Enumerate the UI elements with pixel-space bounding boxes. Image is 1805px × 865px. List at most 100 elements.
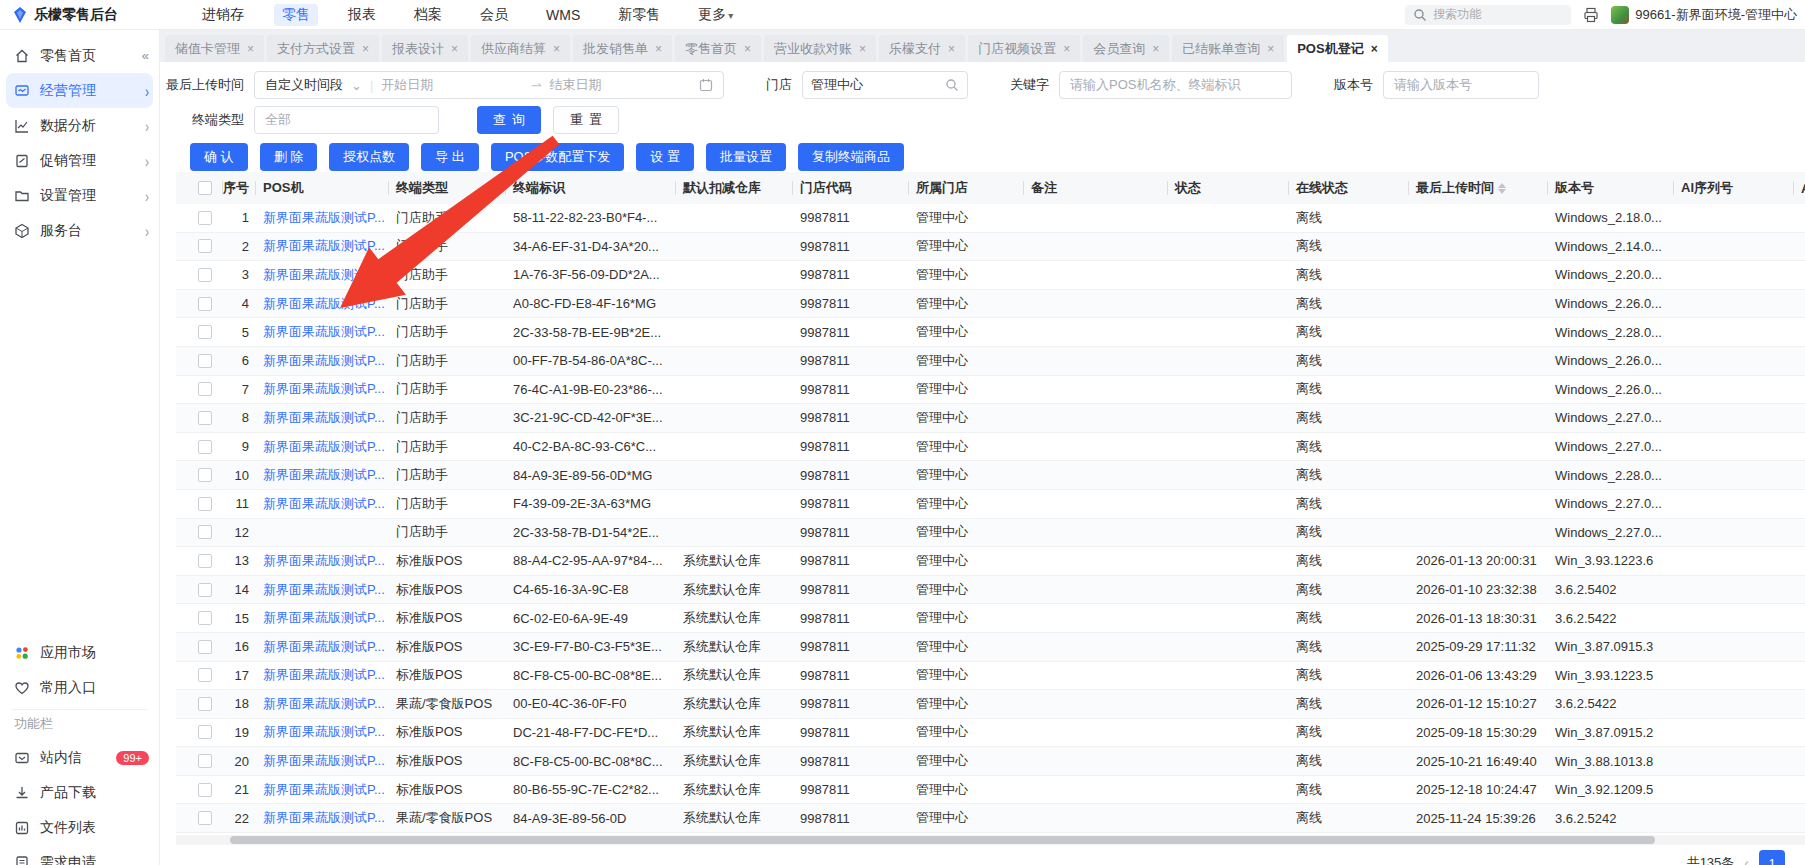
action-button-5[interactable]: POS参数配置下发 — [491, 143, 624, 171]
tab-6[interactable]: 零售首页× — [675, 35, 761, 62]
top-menu-6[interactable]: WMS — [538, 5, 588, 25]
sidebar-tool-item-4[interactable]: 需求申请 — [0, 845, 159, 865]
top-menu-1[interactable]: 进销存 — [194, 4, 252, 26]
tab-12[interactable]: POS机登记× — [1287, 35, 1387, 62]
close-icon[interactable]: × — [1152, 42, 1159, 56]
top-menu-5[interactable]: 会员 — [472, 4, 516, 26]
tab-2[interactable]: 支付方式设置× — [267, 35, 379, 62]
action-button-8[interactable]: 复制终端商品 — [798, 143, 904, 171]
tab-9[interactable]: 门店视频设置× — [968, 35, 1080, 62]
tab-3[interactable]: 报表设计× — [382, 35, 468, 62]
terminal-type-input[interactable]: 全部 — [254, 106, 439, 134]
reset-button[interactable]: 重置 — [553, 106, 619, 134]
row-checkbox[interactable] — [198, 611, 212, 625]
cell-pos[interactable]: 新界面果蔬版测试P... — [255, 695, 388, 713]
close-icon[interactable]: × — [744, 42, 751, 56]
row-checkbox[interactable] — [198, 325, 212, 339]
close-icon[interactable]: × — [451, 42, 458, 56]
row-checkbox[interactable] — [198, 468, 212, 482]
action-button-1[interactable]: 确 认 — [190, 143, 248, 171]
row-checkbox[interactable] — [198, 668, 212, 682]
cell-pos[interactable]: 新界面果蔬版测试P... — [255, 209, 388, 227]
row-checkbox[interactable] — [198, 754, 212, 768]
row-checkbox[interactable] — [198, 354, 212, 368]
close-icon[interactable]: × — [1267, 42, 1274, 56]
row-checkbox[interactable] — [198, 783, 212, 797]
row-checkbox[interactable] — [198, 297, 212, 311]
sidebar-item-2[interactable]: 经营管理› — [6, 73, 153, 108]
select-all-checkbox[interactable] — [198, 181, 212, 195]
action-button-3[interactable]: 授权点数 — [329, 143, 409, 171]
tab-4[interactable]: 供应商结算× — [471, 35, 570, 62]
collapse-sidebar-icon[interactable]: « — [142, 48, 149, 63]
time-range-select[interactable]: 自定义时间段 — [265, 76, 343, 94]
row-checkbox[interactable] — [198, 411, 212, 425]
scrollbar-thumb[interactable] — [230, 836, 1655, 844]
row-checkbox[interactable] — [198, 211, 212, 225]
cell-pos[interactable]: 新界面果蔬版测试P... — [255, 809, 388, 827]
action-button-4[interactable]: 导 出 — [421, 143, 479, 171]
cell-pos[interactable]: 新界面果蔬版测试P... — [255, 638, 388, 656]
row-checkbox[interactable] — [198, 382, 212, 396]
action-button-2[interactable]: 删 除 — [260, 143, 318, 171]
sidebar-item-5[interactable]: 设置管理› — [0, 178, 159, 213]
cell-pos[interactable]: 新界面果蔬版测试P... — [255, 438, 388, 456]
top-menu-3[interactable]: 报表 — [340, 4, 384, 26]
cell-pos[interactable]: 新界面果蔬版测试P... — [255, 266, 388, 284]
tab-8[interactable]: 乐檬支付× — [879, 35, 965, 62]
end-date-input[interactable]: 结束日期 — [550, 76, 602, 94]
close-icon[interactable]: × — [553, 42, 560, 56]
close-icon[interactable]: × — [859, 42, 866, 56]
sidebar-item-3[interactable]: 数据分析› — [0, 108, 159, 143]
cell-pos[interactable]: 新界面果蔬版测试P... — [255, 781, 388, 799]
top-menu-7[interactable]: 新零售 — [610, 4, 668, 26]
date-range-picker[interactable]: 自定义时间段 ⌄ | 开始日期 ⇀ 结束日期 — [254, 71, 724, 99]
top-menu-2[interactable]: 零售 — [274, 4, 318, 26]
row-checkbox[interactable] — [198, 725, 212, 739]
search-input[interactable]: 搜索功能 — [1405, 5, 1571, 25]
row-checkbox[interactable] — [198, 811, 212, 825]
sidebar-item-4[interactable]: 促销管理› — [0, 143, 159, 178]
row-checkbox[interactable] — [198, 640, 212, 654]
cell-pos[interactable]: 新界面果蔬版测试P... — [255, 323, 388, 341]
cell-pos[interactable]: 新界面果蔬版测试P... — [255, 295, 388, 313]
sidebar-bottom-item-1[interactable]: 应用市场 — [0, 635, 159, 670]
sidebar-item-6[interactable]: 服务台› — [0, 213, 159, 248]
close-icon[interactable]: × — [362, 42, 369, 56]
cell-pos[interactable]: 新界面果蔬版测试P... — [255, 723, 388, 741]
cell-pos[interactable]: 新界面果蔬版测试P... — [255, 752, 388, 770]
row-checkbox[interactable] — [198, 268, 212, 282]
version-input[interactable]: 请输入版本号 — [1383, 71, 1539, 99]
close-icon[interactable]: × — [1371, 42, 1378, 56]
sort-icon[interactable] — [1498, 183, 1506, 194]
sidebar-item-1[interactable]: 零售首页« — [0, 38, 159, 73]
app-logo[interactable]: 乐檬零售后台 — [0, 6, 180, 24]
sidebar-tool-item-1[interactable]: 站内信99+ — [0, 740, 159, 775]
prev-page-icon[interactable]: ‹ — [1744, 855, 1749, 865]
row-checkbox[interactable] — [198, 440, 212, 454]
close-icon[interactable]: × — [1063, 42, 1070, 56]
row-checkbox[interactable] — [198, 583, 212, 597]
cell-pos[interactable]: 新界面果蔬版测试P... — [255, 380, 388, 398]
cell-pos[interactable]: 新界面果蔬版测试P... — [255, 495, 388, 513]
close-icon[interactable]: × — [247, 42, 254, 56]
store-select[interactable]: 管理中心 — [802, 71, 968, 99]
top-menu-4[interactable]: 档案 — [406, 4, 450, 26]
sidebar-tool-item-3[interactable]: 文件列表 — [0, 810, 159, 845]
page-1-button[interactable]: 1 — [1759, 850, 1785, 865]
tab-5[interactable]: 批发销售单× — [573, 35, 672, 62]
tab-7[interactable]: 营业收款对账× — [764, 35, 876, 62]
printer-icon[interactable] — [1583, 7, 1599, 23]
cell-pos[interactable]: 新界面果蔬版测试P... — [255, 552, 388, 570]
tab-1[interactable]: 储值卡管理× — [165, 35, 264, 62]
horizontal-scrollbar[interactable] — [176, 835, 1805, 845]
close-icon[interactable]: × — [655, 42, 662, 56]
top-menu-8[interactable]: 更多▾ — [690, 4, 741, 26]
row-checkbox[interactable] — [198, 554, 212, 568]
row-checkbox[interactable] — [198, 525, 212, 539]
start-date-input[interactable]: 开始日期 — [381, 76, 433, 94]
action-button-6[interactable]: 设 置 — [636, 143, 694, 171]
cell-pos[interactable]: 新界面果蔬版测试P... — [255, 409, 388, 427]
cell-pos[interactable]: 新界面果蔬版测试P... — [255, 237, 388, 255]
sidebar-bottom-item-2[interactable]: 常用入口 — [0, 670, 159, 705]
